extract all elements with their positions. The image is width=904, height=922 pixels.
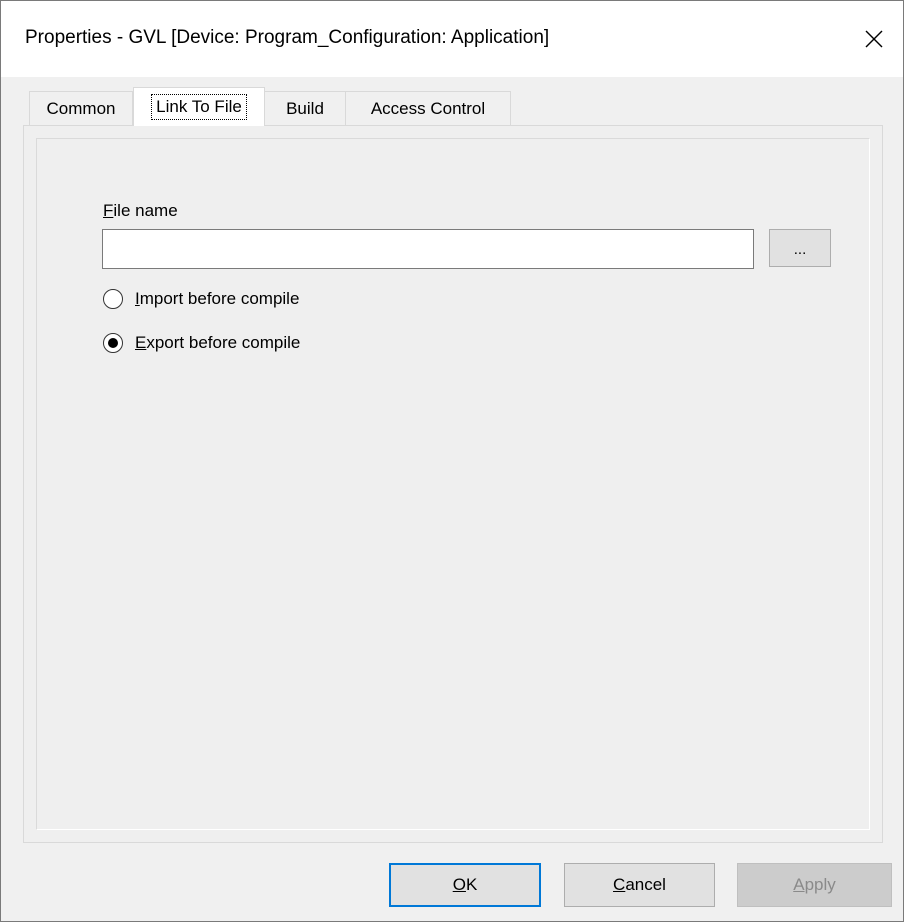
tab-build[interactable]: Build bbox=[264, 91, 346, 125]
cancel-mnemonic: C bbox=[613, 875, 626, 894]
close-icon bbox=[865, 30, 883, 48]
export-label: Export before compile bbox=[135, 333, 300, 353]
export-before-compile-option[interactable]: Export before compile bbox=[103, 330, 300, 356]
window-title: Properties - GVL [Device: Program_Config… bbox=[25, 27, 550, 48]
tab-common-label: Common bbox=[46, 98, 116, 118]
cancel-button[interactable]: Cancel bbox=[564, 863, 715, 907]
apply-button[interactable]: Apply bbox=[737, 863, 892, 907]
ok-label-text: K bbox=[465, 875, 478, 894]
tab-common[interactable]: Common bbox=[29, 91, 133, 125]
import-label: Import before compile bbox=[135, 289, 299, 309]
apply-mnemonic: A bbox=[793, 875, 805, 894]
import-before-compile-option[interactable]: Import before compile bbox=[103, 286, 299, 312]
tab-access-control[interactable]: Access Control bbox=[345, 91, 511, 125]
title-bar: Properties - GVL [Device: Program_Config… bbox=[1, 1, 903, 77]
tab-access-control-label: Access Control bbox=[370, 98, 486, 118]
export-radio[interactable] bbox=[103, 333, 123, 353]
file-name-label-text: ile name bbox=[113, 201, 178, 220]
file-name-input[interactable] bbox=[102, 229, 754, 269]
close-button[interactable] bbox=[845, 1, 903, 77]
properties-dialog: Properties - GVL [Device: Program_Config… bbox=[0, 0, 904, 922]
import-radio[interactable] bbox=[103, 289, 123, 309]
ok-button[interactable]: OK bbox=[389, 863, 541, 907]
tab-build-label: Build bbox=[286, 98, 324, 118]
tab-link-to-file-label: Link To File bbox=[151, 94, 247, 120]
export-label-text: xport before compile bbox=[146, 333, 301, 352]
apply-label-text: pply bbox=[804, 875, 836, 894]
browse-button[interactable]: ... bbox=[769, 229, 831, 267]
tab-link-to-file[interactable]: Link To File bbox=[133, 87, 265, 126]
file-name-label: File name bbox=[103, 201, 178, 221]
file-name-mnemonic: F bbox=[103, 201, 114, 220]
cancel-label-text: ancel bbox=[625, 875, 666, 894]
ok-mnemonic: O bbox=[452, 875, 466, 894]
import-label-text: mport before compile bbox=[139, 289, 300, 308]
export-mnemonic: E bbox=[135, 333, 147, 352]
